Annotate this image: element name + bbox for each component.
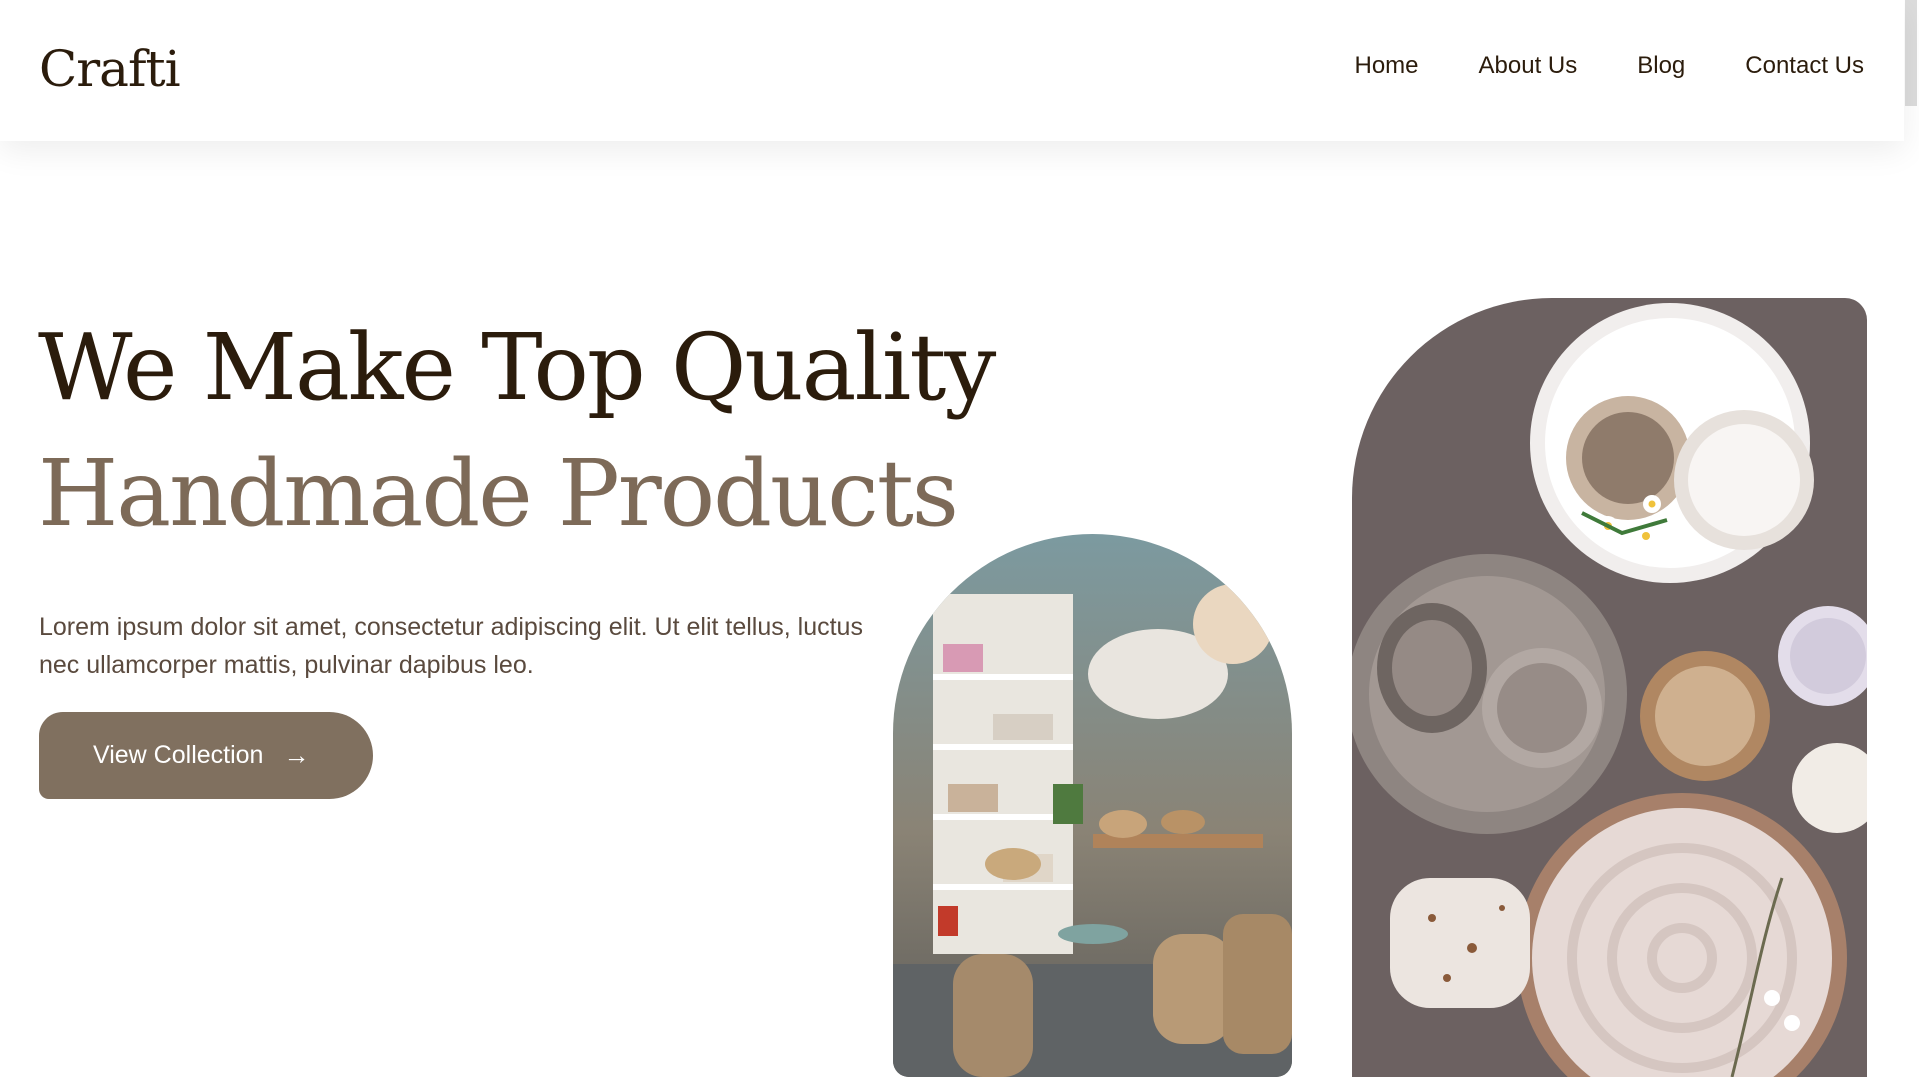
view-collection-button[interactable]: View Collection → [39,712,373,799]
scrollbar[interactable] [1904,0,1919,1077]
hero-title: We Make Top Quality Handmade Products [38,305,996,557]
nav-blog[interactable]: Blog [1637,52,1685,80]
hero-title-line2: Handmade Products [38,440,959,547]
logo[interactable]: Crafti [39,40,181,98]
view-collection-label: View Collection [93,741,264,769]
nav-about-us[interactable]: About Us [1479,52,1578,80]
hero-description: Lorem ipsum dolor sit amet, consectetur … [39,613,863,679]
store-interior-image [893,534,1292,1077]
nav-contact-us[interactable]: Contact Us [1745,52,1864,80]
main-nav: Home About Us Blog Contact Us [1354,52,1864,80]
arrow-right-icon: → [283,740,310,770]
scrollbar-thumb[interactable] [1905,0,1917,106]
site-header: Crafti Home About Us Blog Contact Us [0,0,1904,141]
ceramics-image [1352,298,1867,1077]
hero-title-line1: We Make Top Quality [38,314,996,421]
nav-home[interactable]: Home [1354,52,1418,80]
